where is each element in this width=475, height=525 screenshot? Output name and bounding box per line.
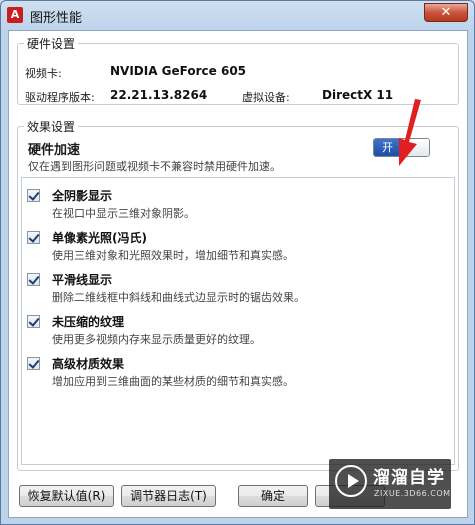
hardware-settings-title: 硬件设置	[24, 35, 79, 52]
advanced-material-checkbox[interactable]	[27, 357, 40, 370]
effect-description: 删除二维线框中斜线和曲线式边显示时的锯齿效果。	[52, 291, 305, 304]
effect-full-shadows: 全阴影显示 在视口中显示三维对象阴影。	[22, 182, 454, 224]
autocad-app-icon: A	[7, 7, 23, 23]
watermark-url: ZIXUE.3D66.COM	[374, 489, 451, 498]
effect-description: 增加应用到三维曲面的某些材质的细节和真实感。	[52, 375, 294, 388]
hardware-settings-group: 硬件设置 视频卡: NVIDIA GeForce 605 驱动程序版本: 22.…	[17, 35, 459, 105]
video-card-value: NVIDIA GeForce 605	[110, 64, 247, 78]
effect-title: 全阴影显示	[52, 189, 113, 203]
watermark-badge: 溜溜自学 ZIXUE.3D66.COM	[329, 459, 451, 509]
driver-version-label: 驱动程序版本:	[25, 91, 95, 104]
uncompressed-textures-checkbox[interactable]	[27, 315, 40, 328]
restore-defaults-button[interactable]: 恢复默认值(R)	[19, 485, 114, 507]
per-pixel-lighting-checkbox[interactable]	[27, 231, 40, 244]
close-button[interactable]: ✕	[424, 3, 468, 22]
effect-description: 使用更多视频内存来显示质量更好的纹理。	[52, 333, 261, 346]
video-card-label: 视频卡:	[25, 67, 62, 80]
ok-button[interactable]: 确定	[238, 485, 308, 507]
effects-settings-title: 效果设置	[24, 118, 79, 135]
smooth-line-checkbox[interactable]	[27, 273, 40, 286]
effect-smooth-line-display: 平滑线显示 删除二维线框中斜线和曲线式边显示时的锯齿效果。	[22, 266, 454, 308]
watermark-title: 溜溜自学	[373, 468, 445, 488]
driver-version-value: 22.21.13.8264	[110, 88, 208, 102]
virtual-device-label: 虚拟设备:	[242, 91, 290, 104]
hardware-acceleration-title: 硬件加速	[28, 143, 81, 158]
graphics-performance-dialog: A 图形性能 ✕ 硬件设置 视频卡: NVIDIA GeForce 605 驱动…	[0, 0, 475, 525]
virtual-device-value: DirectX 11	[322, 88, 394, 102]
effect-description: 在视口中显示三维对象阴影。	[52, 207, 195, 220]
effect-title: 单像素光照(冯氏)	[52, 231, 147, 245]
full-shadows-checkbox[interactable]	[27, 189, 40, 202]
effect-advanced-material: 高级材质效果 增加应用到三维曲面的某些材质的细节和真实感。	[22, 350, 454, 392]
effect-title: 高级材质效果	[52, 357, 125, 371]
tuner-log-button[interactable]: 调节器日志(T)	[121, 485, 216, 507]
effect-per-pixel-lighting: 单像素光照(冯氏) 使用三维对象和光照效果时，增加细节和真实感。	[22, 224, 454, 266]
effect-title: 平滑线显示	[52, 273, 113, 287]
window-title: 图形性能	[30, 11, 83, 26]
effect-description: 使用三维对象和光照效果时，增加细节和真实感。	[52, 249, 294, 262]
dialog-body: 硬件设置 视频卡: NVIDIA GeForce 605 驱动程序版本: 22.…	[8, 30, 468, 518]
effect-title: 未压缩的纹理	[52, 315, 125, 329]
red-annotation-arrow-icon	[399, 99, 421, 166]
effects-list: 全阴影显示 在视口中显示三维对象阴影。 单像素光照(冯氏) 使用三维对象和光照效…	[21, 177, 455, 465]
hardware-acceleration-description: 仅在遇到图形问题或视频卡不兼容时禁用硬件加速。	[28, 160, 281, 173]
effect-uncompressed-textures: 未压缩的纹理 使用更多视频内存来显示质量更好的纹理。	[22, 308, 454, 350]
title-bar: A 图形性能 ✕	[1, 1, 474, 29]
play-logo-icon	[335, 465, 367, 497]
